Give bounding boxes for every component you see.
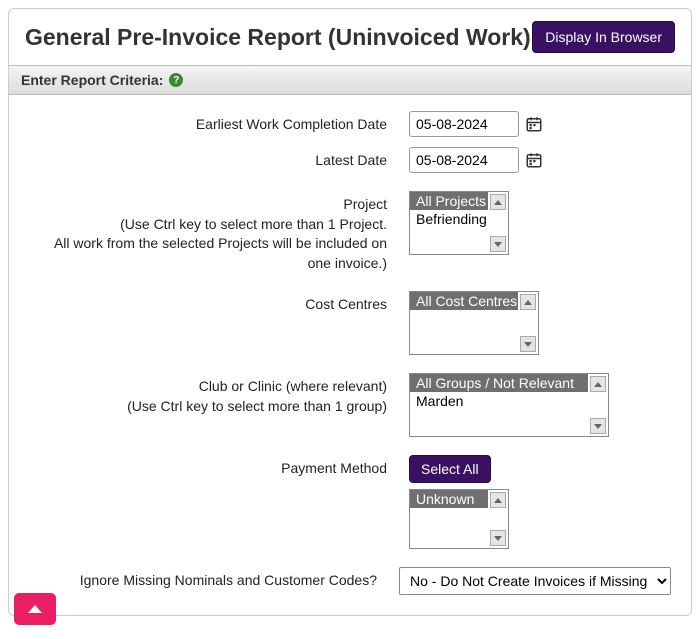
payment-method-label: Payment Method	[29, 455, 409, 479]
cost-centres-listbox[interactable]: All Cost Centres	[409, 291, 539, 355]
select-all-button[interactable]: Select All	[409, 455, 491, 483]
scroll-down-icon[interactable]	[490, 236, 506, 252]
list-item[interactable]: All Groups / Not Relevant	[410, 374, 588, 392]
project-listbox[interactable]: All Projects Befriending	[409, 191, 509, 255]
calendar-icon[interactable]	[525, 151, 543, 169]
list-item[interactable]: Marden	[410, 392, 588, 410]
ignore-missing-label: Ignore Missing Nominals and Customer Cod…	[29, 567, 399, 591]
list-item[interactable]: All Cost Centres	[410, 292, 518, 310]
scroll-up-icon[interactable]	[590, 376, 606, 392]
help-icon[interactable]: ?	[169, 73, 183, 87]
list-item[interactable]: Unknown	[410, 490, 488, 508]
cost-centres-label: Cost Centres	[29, 291, 409, 315]
earliest-date-label: Earliest Work Completion Date	[29, 111, 409, 135]
form-body: Earliest Work Completion Date Latest Dat…	[9, 95, 691, 615]
criteria-bar: Enter Report Criteria: ?	[9, 65, 691, 95]
header: General Pre-Invoice Report (Uninvoiced W…	[9, 9, 691, 65]
scroll-down-icon[interactable]	[520, 336, 536, 352]
criteria-label: Enter Report Criteria:	[21, 72, 163, 88]
earliest-date-input[interactable]	[409, 111, 519, 137]
report-panel: General Pre-Invoice Report (Uninvoiced W…	[8, 8, 692, 616]
payment-method-listbox[interactable]: Unknown	[409, 489, 509, 549]
latest-date-input[interactable]	[409, 147, 519, 173]
list-item[interactable]: Befriending	[410, 210, 488, 228]
scroll-up-icon[interactable]	[520, 294, 536, 310]
club-label: Club or Clinic (where relevant) (Use Ctr…	[29, 373, 409, 416]
project-label: Project (Use Ctrl key to select more tha…	[29, 191, 409, 273]
club-listbox[interactable]: All Groups / Not Relevant Marden	[409, 373, 609, 437]
scroll-up-icon[interactable]	[490, 194, 506, 210]
display-in-browser-button[interactable]: Display In Browser	[532, 21, 675, 53]
ignore-missing-select[interactable]: No - Do Not Create Invoices if Missing	[399, 567, 671, 595]
scroll-up-icon[interactable]	[490, 492, 506, 508]
scroll-down-icon[interactable]	[490, 530, 506, 546]
list-item[interactable]: All Projects	[410, 192, 488, 210]
latest-date-label: Latest Date	[29, 147, 409, 171]
scroll-down-icon[interactable]	[590, 418, 606, 434]
calendar-icon[interactable]	[525, 115, 543, 133]
chevron-up-icon	[28, 605, 42, 613]
page-title: General Pre-Invoice Report (Uninvoiced W…	[25, 24, 531, 51]
scroll-to-top-button[interactable]	[14, 593, 56, 625]
